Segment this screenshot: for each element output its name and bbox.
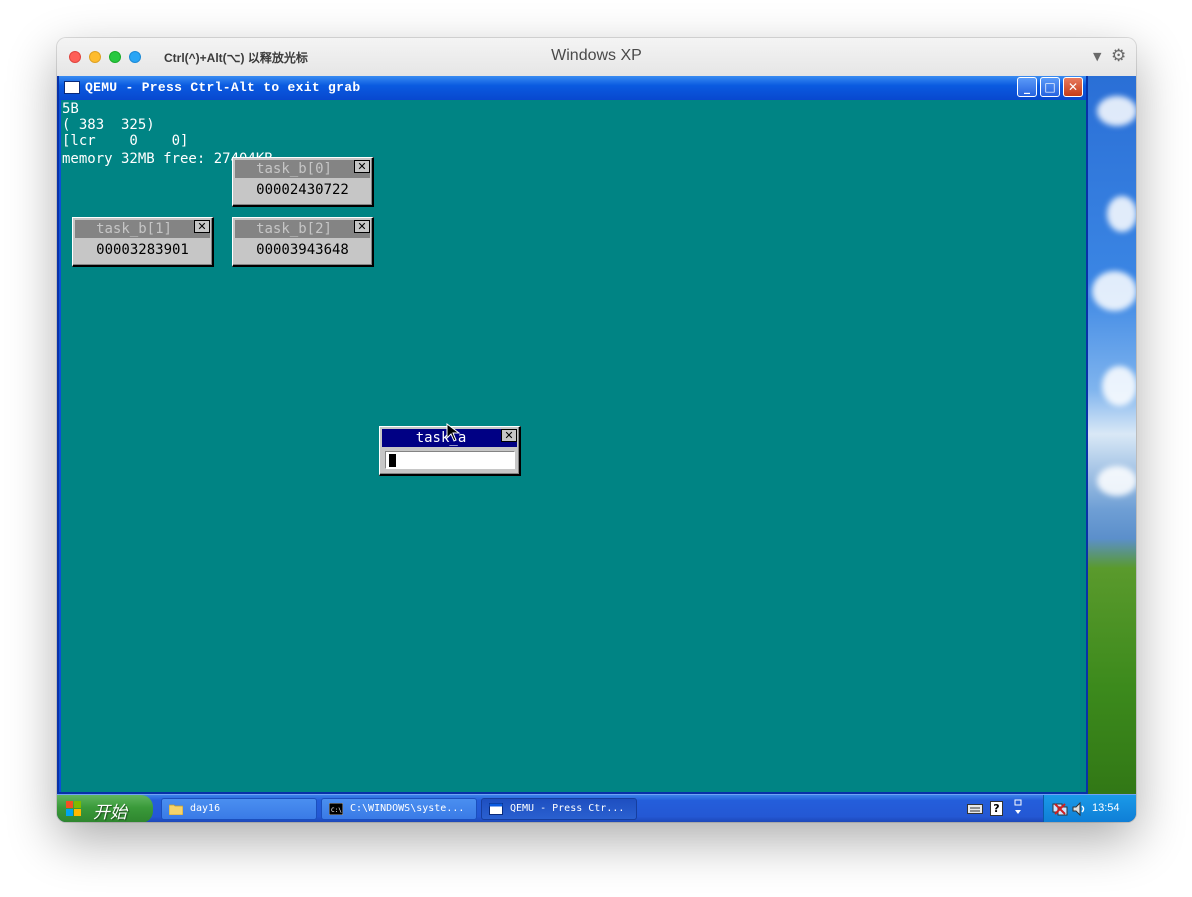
dropdown-arrow-icon[interactable]: ▼ <box>1093 50 1101 63</box>
window-task-b1[interactable]: task_b[1] ✕ 00003283901 <box>72 217 214 267</box>
window-icon <box>489 803 503 815</box>
close-button[interactable]: ✕ <box>1063 77 1083 97</box>
taskbar-item-qemu[interactable]: QEMU - Press Ctr... <box>481 798 637 820</box>
svg-text:C:\: C:\ <box>331 807 342 814</box>
close-icon[interactable]: ✕ <box>501 429 517 442</box>
start-button[interactable]: 开始 <box>57 795 153 822</box>
taskbar-item-label: C:\WINDOWS\syste... <box>350 803 465 814</box>
folder-icon <box>169 804 183 815</box>
window-titlebar[interactable]: task_b[1] <box>75 220 210 238</box>
counter-value: 00003943648 <box>256 242 349 258</box>
window-title: task_b[0] <box>256 161 332 177</box>
maximize-button[interactable]: □ <box>1040 77 1060 97</box>
host-titlebar: Ctrl(^)+Alt(⌥) 以释放光标 Windows XP ▼ ⚙ <box>57 38 1136 77</box>
host-vm-window: Ctrl(^)+Alt(⌥) 以释放光标 Windows XP ▼ ⚙ QEMU… <box>57 38 1136 822</box>
clock[interactable]: 13:54 <box>1092 802 1120 814</box>
close-icon[interactable]: ✕ <box>194 220 210 233</box>
close-icon[interactable]: ✕ <box>354 160 370 173</box>
taskbar-item-console[interactable]: C:\ C:\WINDOWS\syste... <box>321 798 477 820</box>
mouse-coords-text: ( 383 325) <box>62 117 155 133</box>
mouse-buttons-text: [lcr 0 0] <box>62 133 189 149</box>
haribote-desktop[interactable]: 5B ( 383 325) [lcr 0 0] memory 32MB free… <box>61 100 1086 792</box>
taskbar: 开始 day16 C:\ C:\WINDOWS\syste... QEMU - … <box>57 794 1136 822</box>
minimize-button[interactable]: _ <box>1017 77 1037 97</box>
help-icon[interactable]: ? <box>990 801 1003 816</box>
guest-display[interactable]: QEMU - Press Ctrl-Alt to exit grab _ □ ✕… <box>57 76 1136 822</box>
volume-icon[interactable] <box>1071 801 1087 817</box>
windows-logo-icon <box>66 801 82 817</box>
qemu-window-title: QEMU - Press Ctrl-Alt to exit grab <box>85 80 361 95</box>
key-code-text: 5B <box>62 101 79 117</box>
taskbar-item-label: day16 <box>190 803 221 814</box>
text-cursor <box>389 454 396 467</box>
window-task-b2[interactable]: task_b[2] ✕ 00003943648 <box>232 217 374 267</box>
network-icon[interactable] <box>1052 801 1068 817</box>
counter-value: 00002430722 <box>256 182 349 198</box>
keyboard-icon[interactable] <box>967 803 983 815</box>
qemu-window: QEMU - Press Ctrl-Alt to exit grab _ □ ✕… <box>57 76 1088 794</box>
taskbar-item-label: QEMU - Press Ctr... <box>510 803 625 814</box>
system-tray: 13:54 <box>1043 795 1136 822</box>
console-icon: C:\ <box>329 803 343 815</box>
language-options-icon[interactable] <box>1013 799 1023 817</box>
window-titlebar[interactable]: task_b[2] <box>235 220 370 238</box>
mouse-pointer-icon <box>446 423 461 442</box>
window-icon <box>64 81 80 94</box>
window-task-b0[interactable]: task_b[0] ✕ 00002430722 <box>232 157 374 207</box>
window-titlebar[interactable]: task_b[0] <box>235 160 370 178</box>
taskbar-item-day16[interactable]: day16 <box>161 798 317 820</box>
window-title: task_b[1] <box>96 221 172 237</box>
language-bar: ? <box>965 799 1035 819</box>
start-label: 开始 <box>93 803 127 822</box>
qemu-titlebar[interactable]: QEMU - Press Ctrl-Alt to exit grab _ □ ✕ <box>59 76 1086 100</box>
counter-value: 00003283901 <box>96 242 189 258</box>
text-input[interactable] <box>385 451 515 469</box>
host-window-title: Windows XP <box>551 47 642 64</box>
close-icon[interactable]: ✕ <box>354 220 370 233</box>
window-title: task_b[2] <box>256 221 332 237</box>
window-title: task_a <box>415 430 467 446</box>
gear-icon[interactable]: ⚙ <box>1111 46 1126 66</box>
